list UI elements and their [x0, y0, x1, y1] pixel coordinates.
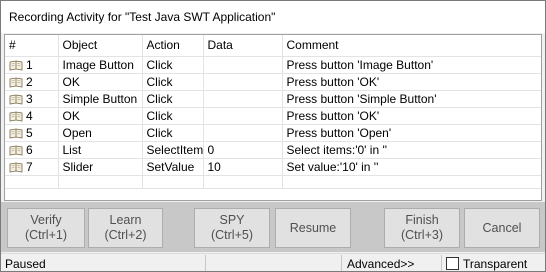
empty-cell [58, 175, 143, 189]
spy-button-label: SPY [219, 213, 245, 227]
row-number-label: 2 [26, 74, 33, 89]
row-data: 0 [203, 141, 283, 159]
status-divider [205, 255, 206, 271]
book-icon [9, 111, 23, 122]
column-header-object[interactable]: Object [58, 35, 143, 57]
row-object: OK [58, 73, 143, 91]
empty-cell [282, 175, 541, 189]
empty-cell [5, 175, 59, 189]
title-bar[interactable]: Recording Activity for "Test Java SWT Ap… [1, 1, 545, 33]
row-comment: Press button 'OK' [282, 107, 541, 125]
cancel-button-label: Cancel [482, 220, 522, 235]
row-action: Click [142, 124, 204, 142]
table-row[interactable]: 1 Image Button Click Press button 'Image Bu… [5, 56, 541, 74]
book-icon [9, 77, 23, 88]
column-header-action[interactable]: Action [142, 35, 204, 57]
row-action: Click [142, 90, 204, 108]
status-divider [341, 255, 342, 271]
status-text: Paused [5, 257, 46, 271]
recording-table: # Object Action Data Comment 1 Image Butt… [5, 35, 541, 189]
window-title: Recording Activity for "Test Java SWT Ap… [9, 10, 276, 24]
advanced-link[interactable]: Advanced>> [347, 257, 414, 271]
verify-button-shortcut: (Ctrl+1) [24, 228, 68, 242]
row-number-label: 3 [26, 91, 33, 106]
verify-button-label: Verify [30, 213, 62, 227]
table-row[interactable]: 2 OK Click Press button 'OK' [5, 73, 541, 91]
row-action: SelectItem [142, 141, 204, 159]
transparent-checkbox-label[interactable]: Transparent [463, 257, 527, 271]
resume-button-label: Resume [289, 220, 337, 235]
row-data [203, 56, 283, 74]
row-object: Slider [58, 158, 143, 176]
row-object: Open [58, 124, 143, 142]
table-row[interactable]: 4 OK Click Press button 'OK' [5, 107, 541, 125]
table-header-row: # Object Action Data Comment [5, 35, 541, 57]
empty-cell [142, 175, 204, 189]
book-icon [9, 162, 23, 173]
status-divider [441, 255, 442, 271]
row-number: 7 [5, 158, 59, 176]
table-row[interactable]: 3 Simple Button Click Press button 'Simple … [5, 90, 541, 108]
row-number: 3 [5, 90, 59, 108]
row-number-label: 6 [26, 142, 33, 157]
row-number: 1 [5, 56, 59, 74]
row-comment: Press button 'OK' [282, 73, 541, 91]
learn-button[interactable]: Learn (Ctrl+2) [88, 208, 163, 248]
row-comment: Press button 'Image Button' [282, 56, 541, 74]
spy-button[interactable]: SPY (Ctrl+5) [194, 208, 270, 248]
row-number-label: 5 [26, 125, 33, 140]
row-object: Image Button [58, 56, 143, 74]
cancel-button[interactable]: Cancel [464, 208, 540, 248]
row-action: Click [142, 107, 204, 125]
verify-button[interactable]: Verify (Ctrl+1) [7, 208, 85, 248]
row-data [203, 73, 283, 91]
status-bar: Paused Advanced>> Transparent [1, 253, 545, 271]
book-icon [9, 145, 23, 156]
row-data [203, 107, 283, 125]
row-number-label: 7 [26, 159, 33, 174]
finish-button-label: Finish [405, 213, 439, 227]
row-action: Click [142, 73, 204, 91]
row-number-label: 1 [26, 57, 33, 72]
finish-button[interactable]: Finish (Ctrl+3) [384, 208, 460, 248]
row-object: Simple Button [58, 90, 143, 108]
resume-button[interactable]: Resume [275, 208, 351, 248]
table-row[interactable]: 7 Slider SetValue 10 Set value:'10' in '' [5, 158, 541, 176]
column-header-number[interactable]: # [5, 35, 59, 57]
column-header-data[interactable]: Data [203, 35, 283, 57]
row-action: SetValue [142, 158, 204, 176]
row-object: OK [58, 107, 143, 125]
row-number: 2 [5, 73, 59, 91]
table-row[interactable]: 5 Open Click Press button 'Open' [5, 124, 541, 142]
empty-row [5, 175, 541, 189]
row-comment: Set value:'10' in '' [282, 158, 541, 176]
learn-button-label: Learn [109, 213, 142, 227]
spy-button-shortcut: (Ctrl+5) [210, 228, 254, 242]
row-number-label: 4 [26, 108, 33, 123]
row-number: 5 [5, 124, 59, 142]
book-icon [9, 60, 23, 71]
book-icon [9, 94, 23, 105]
book-icon [9, 128, 23, 139]
row-data: 10 [203, 158, 283, 176]
finish-button-shortcut: (Ctrl+3) [400, 228, 444, 242]
transparent-checkbox[interactable] [446, 257, 459, 270]
row-comment: Select items:'0' in '' [282, 141, 541, 159]
row-action: Click [142, 56, 204, 74]
empty-cell [203, 175, 283, 189]
table-row[interactable]: 6 List SelectItem 0 Select items:'0' in '' [5, 141, 541, 159]
learn-button-shortcut: (Ctrl+2) [104, 228, 147, 242]
row-number: 6 [5, 141, 59, 159]
row-comment: Press button 'Open' [282, 124, 541, 142]
button-bar: Verify (Ctrl+1) Learn (Ctrl+2) SPY (Ctrl… [1, 202, 545, 252]
recording-grid[interactable]: # Object Action Data Comment 1 Image Butt… [4, 34, 542, 201]
row-object: List [58, 141, 143, 159]
column-header-comment[interactable]: Comment [282, 35, 541, 57]
row-number: 4 [5, 107, 59, 125]
row-data [203, 124, 283, 142]
recording-window: Recording Activity for "Test Java SWT Ap… [0, 0, 546, 272]
row-comment: Press button 'Simple Button' [282, 90, 541, 108]
row-data [203, 90, 283, 108]
